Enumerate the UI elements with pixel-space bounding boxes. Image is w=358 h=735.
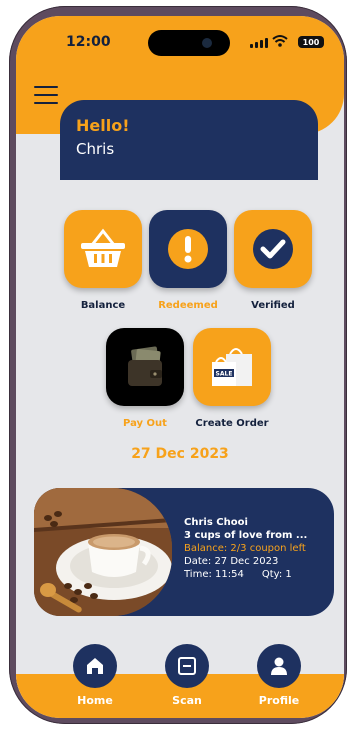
order-time-qty: Time: 11:54 Qty: 1 <box>184 568 330 581</box>
nav-profile[interactable]: Profile <box>244 644 314 718</box>
order-item: 3 cups of love from ... <box>184 530 308 541</box>
basket-icon <box>81 228 125 267</box>
order-customer: Chris Chooi <box>184 517 248 528</box>
shopping-bags-icon: SALE <box>212 348 252 386</box>
order-date: Date: 27 Dec 2023 <box>184 556 279 567</box>
nav-label-profile: Profile <box>258 694 300 707</box>
svg-text:SALE: SALE <box>216 371 233 378</box>
wallet-icon <box>128 346 162 386</box>
order-time: Time: 11:54 <box>184 569 244 580</box>
exclamation-icon <box>168 229 208 269</box>
pay-out-tile[interactable] <box>106 328 184 406</box>
battery-level: 100 <box>302 37 320 47</box>
scan-icon <box>178 657 196 675</box>
nav-home-button[interactable] <box>73 644 117 688</box>
check-icon <box>253 229 293 269</box>
nav-label-scan: Scan <box>172 694 202 707</box>
current-date: 27 Dec 2023 <box>131 446 229 462</box>
wifi-icon <box>272 35 288 47</box>
order-balance: Balance: 2/3 coupon left <box>184 543 306 554</box>
coffee-cup-photo <box>34 488 172 616</box>
status-bar: 12:00 100 <box>16 16 344 56</box>
signal-icon <box>250 38 268 48</box>
tile-label-balance: Balance <box>80 300 126 311</box>
tile-label-pay-out: Pay Out <box>123 418 167 429</box>
create-order-tile[interactable]: SALE <box>193 328 271 406</box>
nav-profile-button[interactable] <box>257 644 301 688</box>
app-screen: 12:00 100 Hello! Chris Balance Redeemed … <box>16 16 344 718</box>
user-name: Chris <box>76 140 115 158</box>
tile-label-create-order: Create Order <box>195 418 269 429</box>
balance-tile[interactable] <box>64 210 142 288</box>
hamburger-menu-icon[interactable] <box>34 86 58 106</box>
order-card[interactable]: Chris Chooi 3 cups of love from ... Bala… <box>34 488 334 616</box>
nav-home[interactable]: Home <box>60 644 130 718</box>
tile-label-redeemed: Redeemed <box>158 300 218 311</box>
tile-label-verified: Verified <box>251 300 295 311</box>
verified-tile[interactable] <box>234 210 312 288</box>
nav-scan-button[interactable] <box>165 644 209 688</box>
nav-label-home: Home <box>77 694 113 707</box>
camera-icon <box>202 38 212 48</box>
order-qty: Qty: 1 <box>261 569 292 580</box>
home-icon <box>87 658 103 674</box>
dynamic-island <box>148 30 230 56</box>
profile-icon <box>271 657 287 675</box>
redeemed-tile[interactable] <box>149 210 227 288</box>
order-details: Chris Chooi 3 cups of love from ... Bala… <box>184 516 330 581</box>
nav-scan[interactable]: Scan <box>152 644 222 718</box>
battery-icon: 100 <box>298 36 324 48</box>
greeting-text: Hello! <box>76 116 130 135</box>
status-time: 12:00 <box>66 34 111 50</box>
